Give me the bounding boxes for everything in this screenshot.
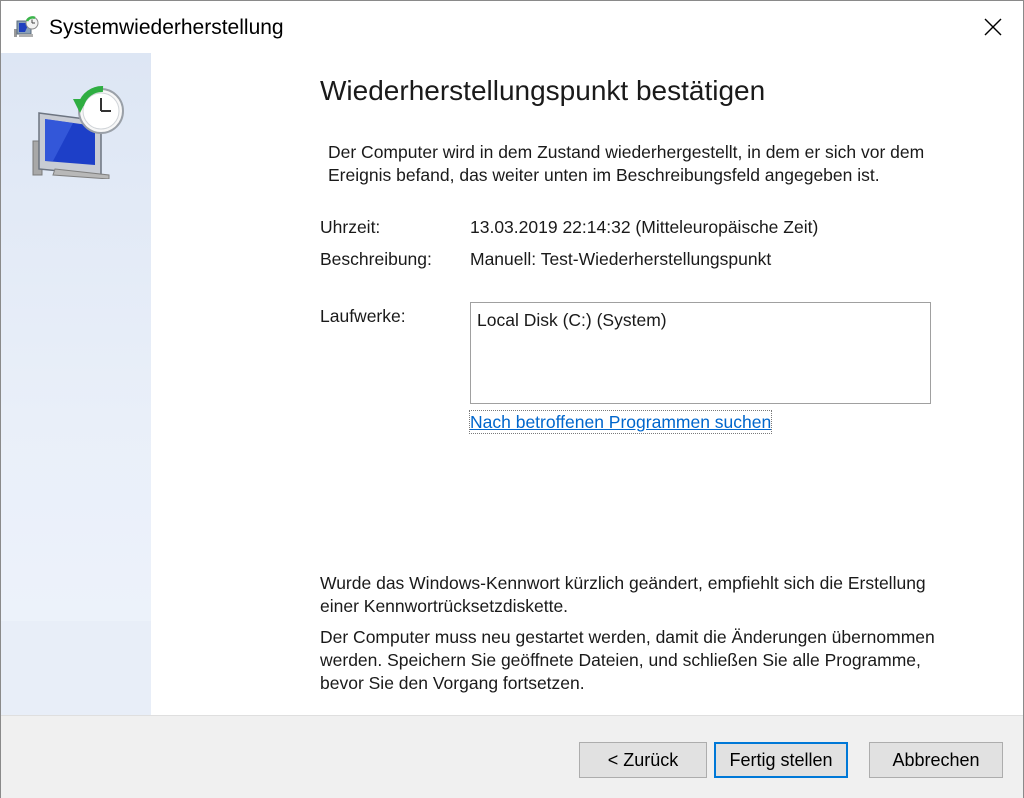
password-note: Wurde das Windows-Kennwort kürzlich geän… bbox=[320, 573, 926, 616]
title-bar[interactable]: Systemwiederherstellung bbox=[1, 1, 1023, 53]
drives-list[interactable]: Local Disk (C:) (System) bbox=[470, 302, 931, 404]
time-label: Uhrzeit: bbox=[320, 217, 381, 237]
drives-label: Laufwerke: bbox=[320, 306, 406, 326]
intro-text: Der Computer wird in dem Zustand wiederh… bbox=[328, 142, 925, 185]
button-bar: < Zurück Fertig stellen Abbrechen bbox=[1, 715, 1023, 798]
system-restore-window: Systemwiederherstellung Wiederherstellun… bbox=[0, 0, 1024, 798]
window-title: Systemwiederherstellung bbox=[49, 16, 284, 39]
sidebar bbox=[1, 53, 151, 715]
cancel-button[interactable]: Abbrechen bbox=[869, 742, 1003, 778]
system-restore-large-icon bbox=[29, 83, 125, 180]
close-button[interactable] bbox=[963, 1, 1023, 53]
back-button[interactable]: < Zurück bbox=[579, 742, 707, 778]
sidebar-band bbox=[1, 621, 151, 715]
finish-button[interactable]: Fertig stellen bbox=[714, 742, 848, 778]
description-label: Beschreibung: bbox=[320, 249, 432, 269]
system-restore-icon bbox=[13, 15, 39, 39]
restart-note: Der Computer muss neu gestartet werden, … bbox=[320, 627, 935, 693]
page-title: Wiederherstellungspunkt bestätigen bbox=[320, 75, 766, 106]
scan-affected-programs-link[interactable]: Nach betroffenen Programmen suchen bbox=[468, 410, 773, 434]
close-icon bbox=[984, 18, 1002, 36]
drive-item[interactable]: Local Disk (C:) (System) bbox=[477, 309, 667, 331]
time-value: 13.03.2019 22:14:32 (Mitteleuropäische Z… bbox=[470, 217, 819, 237]
description-value: Manuell: Test-Wiederherstellungspunkt bbox=[470, 249, 772, 269]
